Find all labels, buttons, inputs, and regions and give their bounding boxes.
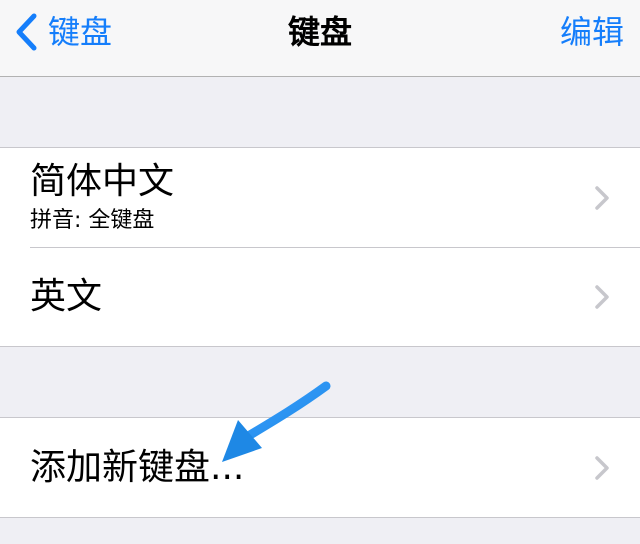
keyboard-title: 英文: [30, 276, 103, 317]
chevron-right-icon: [595, 455, 609, 480]
keyboard-subtitle: 拼音: 全键盘: [30, 208, 155, 233]
add-keyboard-label: 添加新键盘...: [30, 447, 245, 488]
page-title: 键盘: [287, 13, 352, 51]
chevron-right-icon: [595, 284, 609, 309]
chevron-right-icon: [595, 185, 609, 210]
keyboards-group: 简体中文 拼音: 全键盘 英文: [0, 147, 640, 347]
keyboard-row-english[interactable]: 英文: [0, 247, 640, 346]
keyboard-row-simplified-chinese[interactable]: 简体中文 拼音: 全键盘: [0, 148, 640, 247]
add-keyboard-row[interactable]: 添加新键盘...: [0, 418, 640, 517]
edit-button[interactable]: 编辑: [560, 10, 624, 54]
keyboard-title: 简体中文: [30, 161, 175, 202]
add-keyboard-group: 添加新键盘...: [0, 417, 640, 518]
navigation-bar: 键盘 键盘 编辑: [0, 0, 640, 77]
